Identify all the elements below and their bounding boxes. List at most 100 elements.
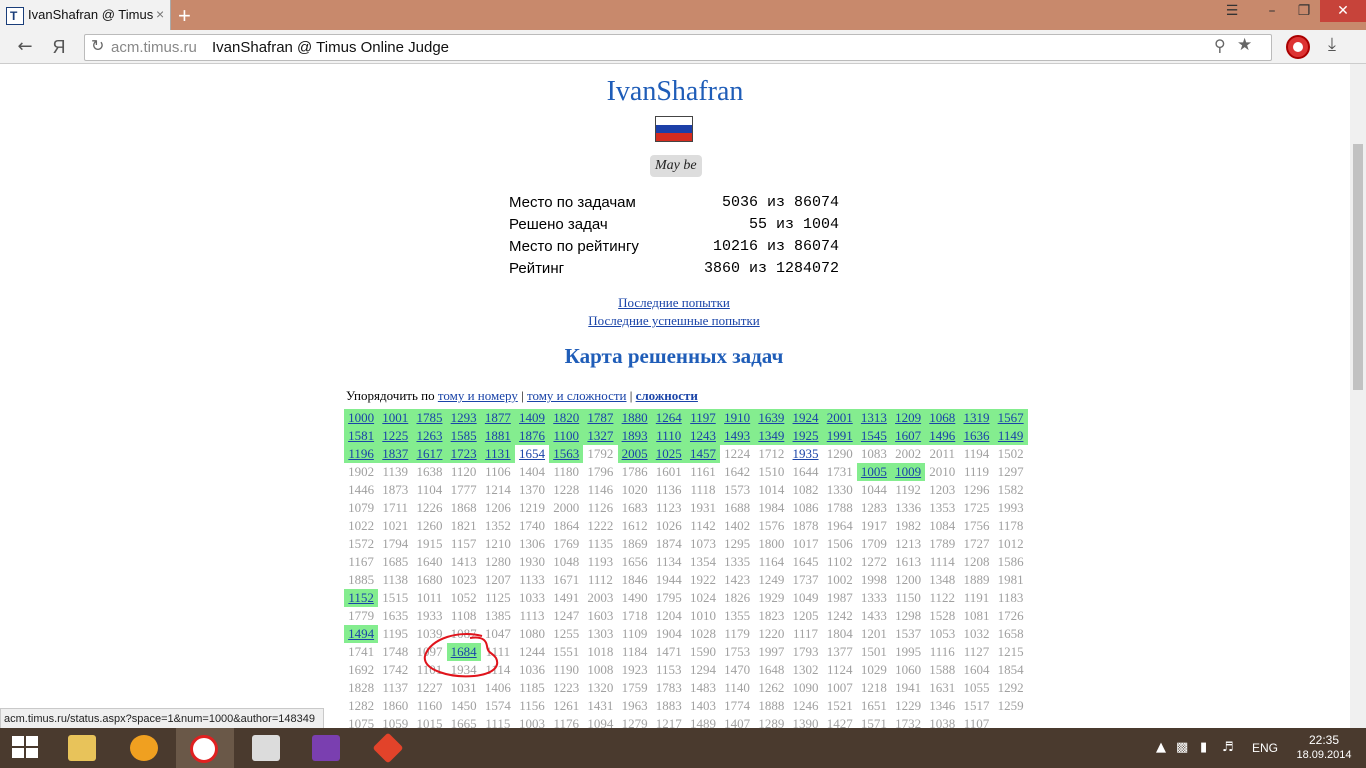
- problem-link-1789[interactable]: 1789: [925, 535, 959, 553]
- browser-tab[interactable]: T IvanShafran @ Timus O ×: [0, 0, 171, 30]
- problem-link-1059[interactable]: 1059: [378, 715, 412, 728]
- problem-link-1283[interactable]: 1283: [857, 499, 891, 517]
- adblock-icon[interactable]: [1286, 35, 1310, 59]
- problem-link-1881[interactable]: 1881: [480, 427, 515, 445]
- problem-link-1139[interactable]: 1139: [378, 463, 412, 481]
- problem-link-1029[interactable]: 1029: [857, 661, 891, 679]
- problem-link-1115[interactable]: 1115: [481, 715, 515, 728]
- problem-link-1319[interactable]: 1319: [959, 409, 994, 427]
- problem-link-1860[interactable]: 1860: [378, 697, 412, 715]
- problem-link-1327[interactable]: 1327: [583, 427, 618, 445]
- problem-link-1100[interactable]: 1100: [549, 427, 584, 445]
- problem-link-1792[interactable]: 1792: [583, 445, 617, 463]
- problem-link-1176[interactable]: 1176: [549, 715, 583, 728]
- problem-link-1023[interactable]: 1023: [447, 571, 481, 589]
- problem-link-1021[interactable]: 1021: [378, 517, 412, 535]
- problem-link-1354[interactable]: 1354: [686, 553, 720, 571]
- problem-link-1788[interactable]: 1788: [823, 499, 857, 517]
- problem-link-1873[interactable]: 1873: [378, 481, 412, 499]
- yandex-button[interactable]: Я: [46, 34, 72, 60]
- problem-link-1658[interactable]: 1658: [994, 625, 1028, 643]
- problem-link-1709[interactable]: 1709: [857, 535, 891, 553]
- bookmark-star-icon[interactable]: ★: [1237, 35, 1252, 55]
- problem-link-1044[interactable]: 1044: [857, 481, 891, 499]
- problem-link-1164[interactable]: 1164: [754, 553, 788, 571]
- new-tab-button[interactable]: +: [178, 3, 191, 29]
- problem-link-1210[interactable]: 1210: [481, 535, 515, 553]
- problem-link-1296[interactable]: 1296: [959, 481, 993, 499]
- problem-link-1576[interactable]: 1576: [754, 517, 788, 535]
- problem-link-1567[interactable]: 1567: [993, 409, 1028, 427]
- problem-link-1874[interactable]: 1874: [652, 535, 686, 553]
- problem-link-1104[interactable]: 1104: [412, 481, 446, 499]
- problem-link-1748[interactable]: 1748: [378, 643, 412, 661]
- problem-link-2002[interactable]: 2002: [891, 445, 925, 463]
- back-arrow-icon[interactable]: ←: [12, 34, 38, 60]
- problem-link-1612[interactable]: 1612: [618, 517, 652, 535]
- tab-close-icon[interactable]: ×: [156, 6, 164, 22]
- problem-link-1795[interactable]: 1795: [652, 589, 686, 607]
- problem-link-1261[interactable]: 1261: [549, 697, 583, 715]
- problem-link-1052[interactable]: 1052: [447, 589, 481, 607]
- problem-link-1131[interactable]: 1131: [480, 445, 515, 463]
- address-bar[interactable]: ↻ acm.timus.ru IvanShafran @ Timus Onlin…: [84, 34, 1272, 61]
- problem-link-1201[interactable]: 1201: [857, 625, 891, 643]
- problem-link-1837[interactable]: 1837: [378, 445, 413, 463]
- problem-link-1080[interactable]: 1080: [515, 625, 549, 643]
- problem-link-1828[interactable]: 1828: [344, 679, 378, 697]
- problem-link-1140[interactable]: 1140: [720, 679, 754, 697]
- problem-link-1242[interactable]: 1242: [823, 607, 857, 625]
- problem-link-1355[interactable]: 1355: [720, 607, 754, 625]
- problem-link-1457[interactable]: 1457: [685, 445, 721, 463]
- problem-link-1826[interactable]: 1826: [720, 589, 754, 607]
- problem-link-1031[interactable]: 1031: [447, 679, 481, 697]
- problem-link-1036[interactable]: 1036: [515, 661, 549, 679]
- problem-link-1644[interactable]: 1644: [788, 463, 822, 481]
- problem-link-1349[interactable]: 1349: [754, 427, 789, 445]
- problem-link-1785[interactable]: 1785: [412, 409, 447, 427]
- problem-link-1741[interactable]: 1741: [344, 643, 378, 661]
- problem-link-1984[interactable]: 1984: [754, 499, 788, 517]
- problem-link-1073[interactable]: 1073: [686, 535, 720, 553]
- problem-link-1244[interactable]: 1244: [515, 643, 549, 661]
- problem-link-1494[interactable]: 1494: [344, 625, 379, 643]
- problem-link-1137[interactable]: 1137: [378, 679, 412, 697]
- language-indicator[interactable]: ENG: [1252, 741, 1278, 755]
- problem-link-1759[interactable]: 1759: [618, 679, 652, 697]
- problem-link-1510[interactable]: 1510: [754, 463, 788, 481]
- problem-link-1302[interactable]: 1302: [788, 661, 822, 679]
- problem-link-1402[interactable]: 1402: [720, 517, 754, 535]
- problem-link-1142[interactable]: 1142: [686, 517, 720, 535]
- problem-link-1213[interactable]: 1213: [891, 535, 925, 553]
- problem-link-1194[interactable]: 1194: [959, 445, 993, 463]
- problem-link-1280[interactable]: 1280: [481, 553, 515, 571]
- problem-link-1320[interactable]: 1320: [583, 679, 617, 697]
- problem-link-1931[interactable]: 1931: [686, 499, 720, 517]
- problem-link-1727[interactable]: 1727: [959, 535, 993, 553]
- problem-link-1209[interactable]: 1209: [891, 409, 926, 427]
- problem-link-1192[interactable]: 1192: [891, 481, 925, 499]
- problem-link-1385[interactable]: 1385: [481, 607, 515, 625]
- problem-link-1086[interactable]: 1086: [788, 499, 822, 517]
- problem-link-1740[interactable]: 1740: [515, 517, 549, 535]
- problem-link-1295[interactable]: 1295: [720, 535, 754, 553]
- problem-link-1603[interactable]: 1603: [583, 607, 617, 625]
- problem-link-1490[interactable]: 1490: [618, 589, 652, 607]
- problem-link-1346[interactable]: 1346: [925, 697, 959, 715]
- problem-link-1793[interactable]: 1793: [788, 643, 822, 661]
- problem-link-1207[interactable]: 1207: [481, 571, 515, 589]
- problem-link-1377[interactable]: 1377: [823, 643, 857, 661]
- problem-link-1217[interactable]: 1217: [652, 715, 686, 728]
- problem-link-2000[interactable]: 2000: [549, 499, 583, 517]
- problem-link-1109[interactable]: 1109: [618, 625, 652, 643]
- problem-link-1106[interactable]: 1106: [481, 463, 515, 481]
- problem-link-1123[interactable]: 1123: [652, 499, 686, 517]
- battery-icon[interactable]: ▮: [1200, 740, 1207, 755]
- problem-link-1081[interactable]: 1081: [959, 607, 993, 625]
- problem-link-1551[interactable]: 1551: [549, 643, 583, 661]
- page-scrollbar[interactable]: [1350, 64, 1366, 728]
- problem-link-1183[interactable]: 1183: [994, 589, 1028, 607]
- problem-link-1922[interactable]: 1922: [686, 571, 720, 589]
- problem-link-1889[interactable]: 1889: [959, 571, 993, 589]
- problem-link-1124[interactable]: 1124: [823, 661, 857, 679]
